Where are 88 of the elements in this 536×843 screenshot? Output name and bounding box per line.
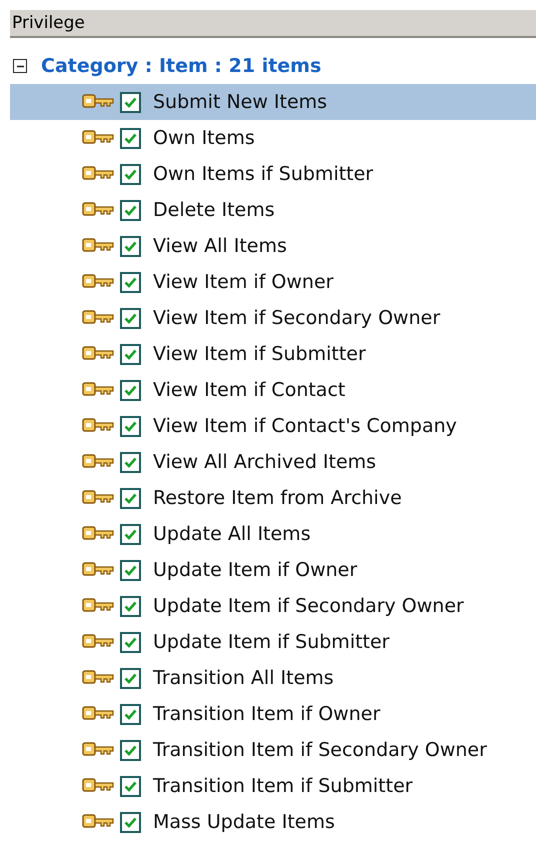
privilege-row[interactable]: Mass Update Items bbox=[10, 804, 536, 840]
column-header[interactable]: Privilege bbox=[10, 10, 536, 38]
checkmark-icon bbox=[124, 564, 137, 576]
privilege-label: Restore Item from Archive bbox=[153, 487, 402, 509]
privilege-label: Update Item if Owner bbox=[153, 559, 358, 581]
checkbox[interactable] bbox=[120, 452, 141, 472]
privilege-label: Transition Item if Submitter bbox=[153, 775, 413, 797]
checkbox[interactable] bbox=[120, 272, 141, 292]
checkbox[interactable] bbox=[120, 524, 141, 544]
checkmark-icon bbox=[124, 168, 137, 180]
privilege-label: Submit New Items bbox=[153, 91, 328, 113]
checkmark-icon bbox=[124, 744, 137, 756]
checkbox[interactable] bbox=[120, 380, 141, 400]
checkbox[interactable] bbox=[120, 344, 141, 364]
checkbox[interactable] bbox=[120, 308, 141, 328]
checkmark-icon bbox=[124, 492, 137, 504]
privilege-label: Transition Item if Secondary Owner bbox=[153, 739, 487, 761]
privilege-row[interactable]: Update Item if Owner bbox=[10, 552, 536, 588]
privilege-row[interactable]: Restore Item from Archive bbox=[10, 480, 536, 516]
privilege-label: View Item if Owner bbox=[153, 271, 334, 293]
privilege-label: View All Items bbox=[153, 235, 287, 257]
checkbox[interactable] bbox=[120, 416, 141, 436]
checkmark-icon bbox=[124, 456, 137, 468]
privilege-row[interactable]: Transition All Items bbox=[10, 660, 536, 696]
privilege-row[interactable]: Transition Item if Secondary Owner bbox=[10, 732, 536, 768]
privilege-label: Delete Items bbox=[153, 199, 275, 221]
checkbox[interactable] bbox=[120, 560, 141, 580]
checkbox[interactable] bbox=[120, 236, 141, 256]
privilege-label: Transition Item if Owner bbox=[153, 703, 380, 725]
checkmark-icon bbox=[124, 780, 137, 792]
checkmark-icon bbox=[124, 240, 137, 252]
checkbox[interactable] bbox=[120, 704, 141, 724]
checkbox[interactable] bbox=[120, 92, 141, 112]
checkmark-icon bbox=[124, 312, 137, 324]
checkmark-icon bbox=[124, 708, 137, 720]
collapse-icon[interactable] bbox=[13, 59, 27, 73]
privilege-row[interactable]: Own Items bbox=[10, 120, 536, 156]
checkbox[interactable] bbox=[120, 632, 141, 652]
privilege-label: Update Item if Secondary Owner bbox=[153, 595, 464, 617]
privilege-label: Own Items if Submitter bbox=[153, 163, 374, 185]
checkbox[interactable] bbox=[120, 776, 141, 796]
checkmark-icon bbox=[124, 384, 137, 396]
privilege-row[interactable]: Update Item if Submitter bbox=[10, 624, 536, 660]
checkbox[interactable] bbox=[120, 488, 141, 508]
privilege-label: Update All Items bbox=[153, 523, 311, 545]
checkmark-icon bbox=[124, 636, 137, 648]
privilege-label: View Item if Contact bbox=[153, 379, 346, 401]
checkbox[interactable] bbox=[120, 164, 141, 184]
privilege-row[interactable]: View All Archived Items bbox=[10, 444, 536, 480]
privilege-row[interactable]: Submit New Items bbox=[10, 84, 536, 120]
checkmark-icon bbox=[124, 528, 137, 540]
category-title: Category : Item : 21 items bbox=[41, 55, 322, 77]
checkmark-icon bbox=[124, 204, 137, 216]
checkbox[interactable] bbox=[120, 668, 141, 688]
header-title: Privilege bbox=[12, 13, 85, 33]
privilege-label: Own Items bbox=[153, 127, 255, 149]
privilege-row[interactable]: View Item if Submitter bbox=[10, 336, 536, 372]
privilege-label: View Item if Secondary Owner bbox=[153, 307, 440, 329]
checkbox[interactable] bbox=[120, 128, 141, 148]
privilege-row[interactable]: View Item if Secondary Owner bbox=[10, 300, 536, 336]
privilege-row[interactable]: View Item if Owner bbox=[10, 264, 536, 300]
checkbox[interactable] bbox=[120, 812, 141, 832]
privilege-label: Transition All Items bbox=[153, 667, 334, 689]
checkmark-icon bbox=[124, 132, 137, 144]
checkbox[interactable] bbox=[120, 596, 141, 616]
checkmark-icon bbox=[124, 276, 137, 288]
privilege-row[interactable]: Transition Item if Submitter bbox=[10, 768, 536, 804]
privilege-label: Mass Update Items bbox=[153, 811, 335, 833]
checkmark-icon bbox=[124, 600, 137, 612]
checkmark-icon bbox=[124, 348, 137, 360]
checkmark-icon bbox=[124, 672, 137, 684]
privilege-row[interactable]: View Item if Contact's Company bbox=[10, 408, 536, 444]
checkbox[interactable] bbox=[120, 740, 141, 760]
checkmark-icon bbox=[124, 816, 137, 828]
privilege-row[interactable]: Delete Items bbox=[10, 192, 536, 228]
privilege-row[interactable]: Update Item if Secondary Owner bbox=[10, 588, 536, 624]
checkmark-icon bbox=[124, 420, 137, 432]
privilege-label: View Item if Submitter bbox=[153, 343, 366, 365]
privilege-row[interactable]: Own Items if Submitter bbox=[10, 156, 536, 192]
checkmark-icon bbox=[124, 96, 137, 108]
privilege-row[interactable]: Transition Item if Owner bbox=[10, 696, 536, 732]
privilege-row[interactable]: View All Items bbox=[10, 228, 536, 264]
privilege-row[interactable]: Update All Items bbox=[10, 516, 536, 552]
privilege-label: Update Item if Submitter bbox=[153, 631, 390, 653]
privilege-row[interactable]: View Item if Contact bbox=[10, 372, 536, 408]
privilege-label: View Item if Contact's Company bbox=[153, 415, 457, 437]
checkbox[interactable] bbox=[120, 200, 141, 220]
privilege-label: View All Archived Items bbox=[153, 451, 376, 473]
